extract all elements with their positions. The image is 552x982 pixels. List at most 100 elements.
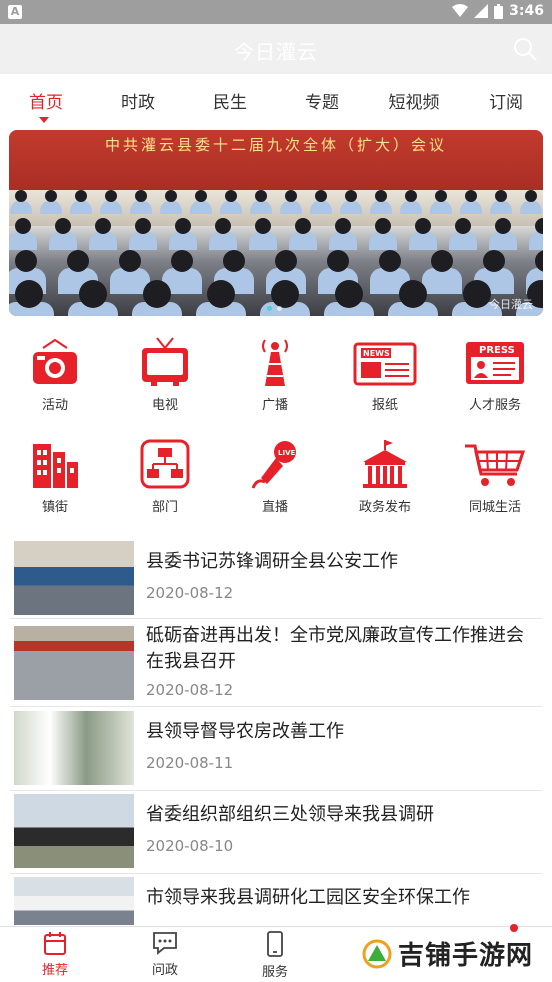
banner-attendee-head	[171, 250, 193, 272]
banner-attendee-head	[15, 218, 31, 234]
news-title: 县委书记苏锋调研全县公安工作	[146, 551, 398, 572]
divider	[10, 706, 542, 707]
banner-attendee-head	[207, 280, 235, 308]
grid-item-city-life[interactable]: 同城生活	[449, 438, 541, 515]
search-icon[interactable]	[512, 36, 538, 62]
banner-attendee-head	[135, 190, 147, 202]
divider	[10, 618, 542, 619]
radio-tower-icon	[262, 339, 288, 386]
banner-attendee-head	[315, 190, 327, 202]
carousel-indicator	[267, 306, 282, 311]
banner-attendee-head	[295, 218, 311, 234]
banner-attendee-head	[215, 218, 231, 234]
grid-item-live[interactable]: LIVE 直播	[229, 438, 321, 515]
tab-home[interactable]: 首页	[0, 88, 92, 113]
grid-label: 直播	[261, 500, 288, 515]
grid-item-radio[interactable]: 广播	[229, 336, 321, 413]
calendar-icon	[44, 932, 66, 955]
banner-attendee-head	[195, 190, 207, 202]
svg-text:NEWS: NEWS	[363, 349, 390, 358]
banner-attendee-head	[15, 250, 37, 272]
battery-icon	[494, 3, 504, 19]
news-date: 2020-08-12	[146, 584, 234, 602]
grid-item-tv[interactable]: 电视	[119, 336, 211, 413]
banner-wall-text: 中共灌云县委十二届九次全体（扩大）会议	[104, 136, 447, 154]
banner-attendee-head	[495, 190, 507, 202]
banner-attendee-head	[255, 190, 267, 202]
banner-attendee-head	[345, 190, 357, 202]
tab-short-video[interactable]: 短视频	[368, 88, 460, 113]
grid-label: 广播	[261, 398, 288, 413]
banner-attendee-head	[67, 250, 89, 272]
banner-attendee-head	[45, 190, 57, 202]
banner-attendee-head	[95, 218, 111, 234]
banner-attendee-head	[415, 218, 431, 234]
tab-subscribe[interactable]: 订阅	[460, 88, 552, 113]
status-bar: A 3:46	[0, 0, 552, 24]
banner-attendee-head	[463, 280, 491, 308]
buildings-icon	[33, 444, 78, 488]
bottom-navigation: 推荐 问政 服务 吉铺手游网	[0, 924, 552, 982]
nav-label: 推荐	[41, 963, 68, 978]
tab-livelihood[interactable]: 民生	[184, 88, 276, 113]
banner-attendee-head	[431, 250, 453, 272]
banner-attendee-head	[525, 190, 537, 202]
tab-politics[interactable]: 时政	[92, 88, 184, 113]
grid-item-gov-release[interactable]: 政务发布	[339, 438, 431, 515]
news-thumbnail	[14, 541, 134, 615]
banner-attendee-head	[105, 190, 117, 202]
grid-item-newspaper[interactable]: NEWS 报纸	[339, 336, 431, 413]
banner-attendee-head	[271, 280, 299, 308]
brand-watermark: 吉铺手游网	[362, 935, 533, 972]
notification-dot	[510, 924, 518, 932]
nav-recommend[interactable]: 推荐	[20, 931, 90, 978]
banner-attendee-head	[375, 190, 387, 202]
brand-text: 吉铺手游网	[398, 941, 534, 971]
divider	[10, 790, 542, 791]
banner-attendee-head	[135, 218, 151, 234]
news-thumbnail	[14, 711, 134, 785]
news-title: 省委组织部组织三处领导来我县调研	[146, 804, 434, 825]
active-tab-indicator	[39, 117, 49, 123]
government-building-icon	[363, 440, 407, 488]
banner-attendee-head	[379, 250, 401, 272]
grid-label: 部门	[151, 500, 178, 515]
banner-attendee-head	[223, 250, 245, 272]
grid-item-talent-service[interactable]: PRESS 人才服务	[449, 336, 541, 413]
banner-attendee-head	[285, 190, 297, 202]
grid-label: 镇街	[41, 500, 68, 515]
divider	[10, 873, 542, 874]
svg-text:LIVE: LIVE	[278, 449, 295, 457]
grid-item-towns[interactable]: 镇街	[9, 438, 101, 515]
banner-attendee-head	[75, 190, 87, 202]
carousel-dot	[277, 306, 282, 311]
banner-attendee-head	[15, 190, 27, 202]
banner-attendee-head	[165, 190, 177, 202]
nav-service[interactable]: 服务	[240, 931, 310, 980]
app-title: 今日灌云	[234, 40, 318, 64]
nav-inquiry[interactable]: 问政	[130, 931, 200, 978]
chat-icon	[153, 932, 177, 955]
banner-attendee-head	[399, 280, 427, 308]
carousel-dot-active	[267, 306, 272, 311]
category-tabs: 首页 时政 民生 专题 短视频 订阅	[0, 80, 552, 124]
tab-topics[interactable]: 专题	[276, 88, 368, 113]
grid-label: 活动	[41, 398, 68, 413]
news-thumbnail	[14, 626, 134, 700]
grid-item-departments[interactable]: 部门	[119, 438, 211, 515]
banner-attendee-head	[55, 218, 71, 234]
news-title: 县领导督导农房改善工作	[146, 721, 344, 742]
banner-attendee-head	[455, 218, 471, 234]
signal-icon	[474, 4, 489, 18]
notification-icon: A	[8, 5, 22, 19]
banner-attendee-head	[327, 250, 349, 272]
banner-carousel[interactable]: 中共灌云县委十二届九次全体（扩大）会议 今日灌云	[9, 130, 543, 316]
grid-item-activity[interactable]: 活动	[9, 336, 101, 413]
grid-label: 人才服务	[468, 398, 521, 413]
grid-label: 电视	[151, 398, 178, 413]
banner-attendee-head	[465, 190, 477, 202]
grid-label: 报纸	[371, 398, 398, 413]
banner-attendee-head	[375, 218, 391, 234]
live-mic-icon: LIVE	[251, 441, 296, 489]
news-title: 市领导来我县调研化工园区安全环保工作	[146, 887, 470, 908]
